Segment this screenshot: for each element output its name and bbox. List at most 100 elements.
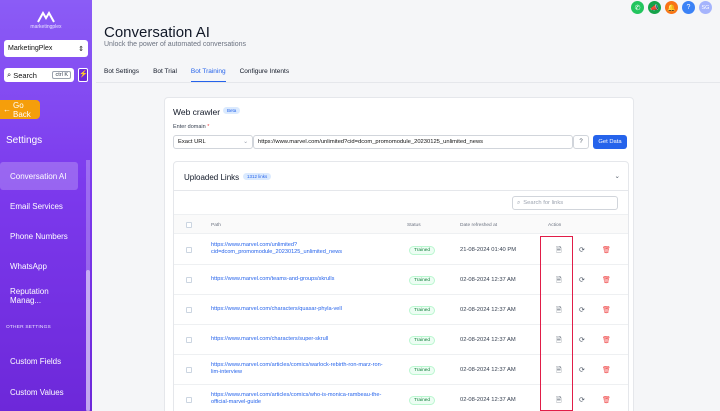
tabs: Bot Settings Bot Trial Bot Training Conf…	[104, 68, 303, 82]
row-checkbox[interactable]	[186, 307, 192, 313]
sidebar-item-conversation-ai[interactable]: Conversation AI	[0, 162, 78, 190]
row-date: 21-08-2024 01:40 PM	[460, 247, 517, 253]
tab-bot-training[interactable]: Bot Training	[190, 68, 226, 82]
sidebar-item-phone-numbers[interactable]: Phone Numbers	[0, 222, 78, 250]
refresh-icon[interactable]: ⟳	[579, 336, 585, 344]
sidebar-item-label: Email Services	[10, 201, 63, 211]
row-checkbox[interactable]	[186, 367, 192, 373]
sidebar-item-custom-values[interactable]: Custom Values	[0, 378, 78, 406]
domain-url-input[interactable]: https://www.marvel.com/unlimited?cid=dco…	[253, 135, 573, 149]
row-date: 02-08-2024 12:37 AM	[460, 307, 516, 313]
bolt-icon: ⚡	[79, 71, 88, 78]
status-badge: Trained	[409, 246, 436, 255]
beta-badge: Beta	[223, 107, 241, 114]
tab-configure-intents[interactable]: Configure Intents	[240, 68, 290, 82]
account-switcher[interactable]: MarketingPlex ⇕	[4, 40, 88, 57]
sidebar-scrollbar-thumb[interactable]	[86, 270, 90, 411]
row-checkbox[interactable]	[186, 247, 192, 253]
sidebar-item-custom-fields[interactable]: Custom Fields	[0, 347, 78, 375]
crawl-type-value: Exact URL	[178, 139, 206, 145]
links-count-badge: 1312 links	[243, 173, 272, 180]
uploaded-links-panel: Uploaded Links 1312 links ⌄ ⌕ Search for…	[173, 161, 629, 411]
select-all-checkbox[interactable]	[186, 222, 192, 228]
sidebar-item-whatsapp[interactable]: WhatsApp	[0, 252, 78, 280]
trash-icon[interactable]: 🗑	[602, 276, 611, 284]
divider	[174, 190, 628, 191]
row-checkbox[interactable]	[186, 397, 192, 403]
quick-actions-button[interactable]: ⚡	[78, 68, 88, 82]
sidebar-item-label: Custom Values	[10, 387, 64, 397]
megaphone-icon[interactable]: 📣	[648, 1, 661, 14]
search-label: Search	[13, 70, 37, 80]
chevron-updown-icon: ⇕	[78, 45, 84, 53]
phone-icon[interactable]: ✆	[631, 1, 644, 14]
bell-icon[interactable]: 🔔	[665, 1, 678, 14]
trash-icon[interactable]: 🗑	[602, 306, 611, 314]
sidebar-item-label: Phone Numbers	[10, 231, 68, 241]
row-date: 02-08-2024 12:37 AM	[460, 367, 516, 373]
row-date: 02-08-2024 12:37 AM	[460, 277, 516, 283]
table-row: https://www.marvel.com/unlimited?cid=dco…	[174, 235, 628, 265]
web-crawler-card: Web crawler Beta Enter domain * Exact UR…	[164, 97, 634, 411]
trash-icon[interactable]: 🗑	[602, 366, 611, 374]
avatar[interactable]: SG	[699, 1, 712, 14]
table-header: Path Status Date refreshed at Action	[174, 214, 628, 234]
domain-label-text: Enter domain	[173, 124, 206, 130]
column-status: Status	[407, 223, 421, 228]
crawl-type-select[interactable]: Exact URL ⌄	[173, 135, 253, 149]
required-mark: *	[207, 124, 210, 130]
row-path-link[interactable]: https://www.marvel.com/teams-and-groups/…	[211, 276, 391, 283]
sidebar-item-label: WhatsApp	[10, 261, 47, 271]
sidebar-item-reputation-management[interactable]: Reputation Manag...	[0, 282, 78, 310]
top-toolbar: ✆ 📣 🔔 ? SG	[631, 1, 712, 14]
get-data-button[interactable]: Get Data	[593, 135, 627, 149]
status-badge: Trained	[409, 366, 436, 375]
view-document-icon[interactable]: 🗎	[556, 336, 562, 347]
help-icon[interactable]: ?	[682, 1, 695, 14]
row-path-link[interactable]: https://www.marvel.com/unlimited?cid=dco…	[211, 242, 391, 256]
row-checkbox[interactable]	[186, 277, 192, 283]
tab-bot-trial[interactable]: Bot Trial	[153, 68, 177, 82]
row-path-link[interactable]: https://www.marvel.com/characters/quasar…	[211, 306, 391, 313]
search-icon: ⌕	[7, 70, 12, 79]
refresh-icon[interactable]: ⟳	[579, 306, 585, 314]
other-settings-section-label: OTHER SETTINGS	[6, 325, 51, 330]
row-date: 02-08-2024 12:37 AM	[460, 337, 516, 343]
view-document-icon[interactable]: 🗎	[556, 366, 562, 377]
refresh-icon[interactable]: ⟳	[579, 246, 585, 254]
link-search-input[interactable]: ⌕ Search for links	[512, 196, 618, 210]
trash-icon[interactable]: 🗑	[602, 336, 611, 344]
trash-icon[interactable]: 🗑	[602, 246, 611, 254]
go-back-button[interactable]: ← Go Back	[0, 100, 40, 119]
status-badge: Trained	[409, 396, 436, 405]
status-badge: Trained	[409, 336, 436, 345]
view-document-icon[interactable]: 🗎	[556, 276, 562, 287]
table-row: https://www.marvel.com/articles/comics/w…	[174, 355, 628, 385]
sidebar-item-email-services[interactable]: Email Services	[0, 192, 78, 220]
help-circle-icon[interactable]: ?	[573, 135, 589, 149]
view-document-icon[interactable]: 🗎	[556, 306, 562, 317]
table-row: https://www.marvel.com/articles/comics/w…	[174, 385, 628, 411]
view-document-icon[interactable]: 🗎	[556, 246, 562, 257]
search-placeholder: Search for links	[523, 200, 564, 206]
sidebar-item-label: Reputation Manag...	[10, 287, 49, 305]
tab-bot-settings[interactable]: Bot Settings	[104, 68, 139, 82]
table-row: https://www.marvel.com/teams-and-groups/…	[174, 265, 628, 295]
tabs-divider	[96, 82, 720, 83]
trash-icon[interactable]: 🗑	[602, 396, 611, 404]
page-subtitle: Unlock the power of automated conversati…	[104, 41, 247, 48]
column-path: Path	[211, 223, 221, 228]
refresh-icon[interactable]: ⟳	[579, 276, 585, 284]
row-path-link[interactable]: https://www.marvel.com/articles/comics/w…	[211, 392, 391, 406]
row-date: 02-08-2024 12:37 AM	[460, 397, 516, 403]
row-path-link[interactable]: https://www.marvel.com/characters/super-…	[211, 336, 391, 343]
refresh-icon[interactable]: ⟳	[579, 366, 585, 374]
row-checkbox[interactable]	[186, 337, 192, 343]
row-path-link[interactable]: https://www.marvel.com/articles/comics/w…	[211, 362, 391, 376]
chevron-down-icon[interactable]: ⌄	[615, 172, 620, 180]
domain-label: Enter domain *	[173, 124, 209, 130]
sidebar-search[interactable]: ⌕ Search ctrl K	[4, 68, 74, 82]
view-document-icon[interactable]: 🗎	[556, 396, 562, 407]
refresh-icon[interactable]: ⟳	[579, 396, 585, 404]
web-crawler-title: Web crawler	[173, 107, 221, 117]
